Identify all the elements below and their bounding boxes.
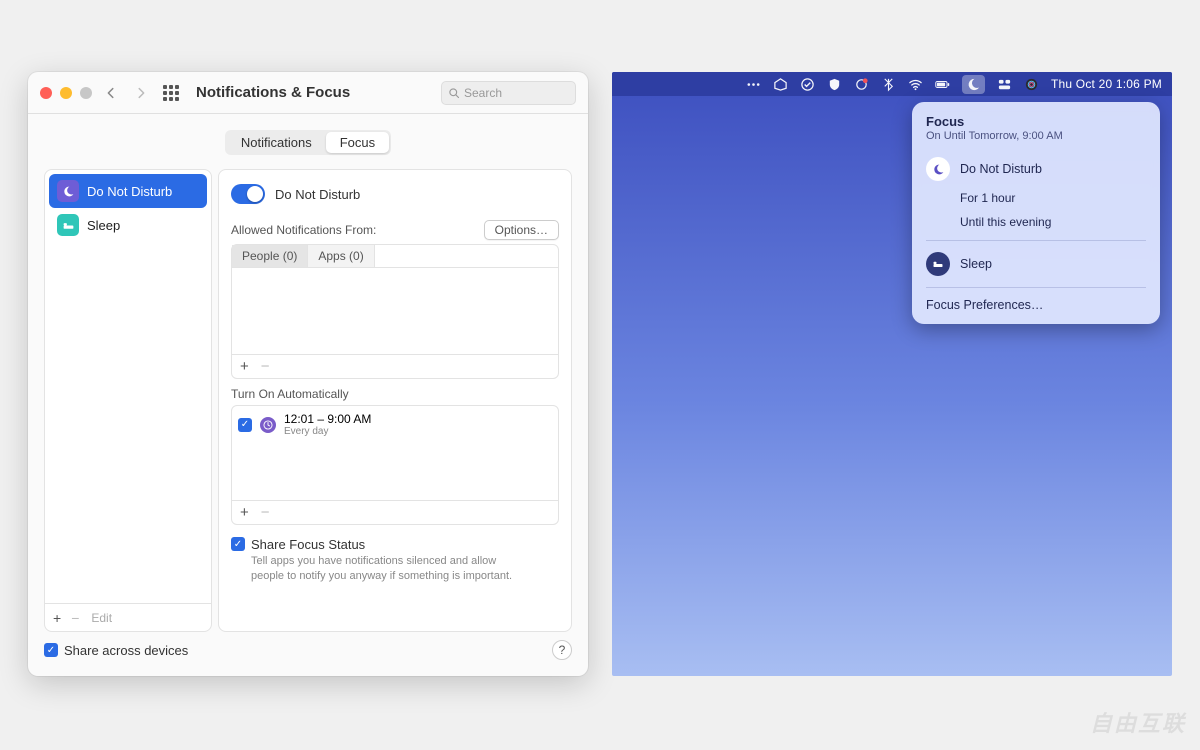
popover-option-2[interactable]: Until this evening (926, 210, 1146, 234)
control-center-icon[interactable] (997, 77, 1012, 92)
bed-icon (57, 214, 79, 236)
popover-sleep-label: Sleep (960, 257, 992, 271)
menubar: Thu Oct 20 1:06 PM (612, 72, 1172, 96)
allowed-remove-button[interactable]: − (261, 358, 270, 375)
allowed-tab-people[interactable]: People (0) (232, 245, 308, 267)
dnd-toggle-label: Do Not Disturb (275, 187, 360, 202)
desktop: Thu Oct 20 1:06 PM Focus On Until Tomorr… (612, 72, 1172, 676)
bottom-row: ✓ Share across devices ? (44, 632, 572, 660)
popover-title: Focus (926, 114, 1146, 129)
allowed-add-button[interactable]: + (240, 358, 249, 375)
sidebar-item-sleep[interactable]: Sleep (49, 208, 207, 242)
sidebar-item-label: Do Not Disturb (87, 184, 172, 199)
dnd-switch-row: Do Not Disturb (231, 180, 559, 212)
titlebar: Notifications & Focus Search (28, 72, 588, 114)
help-button[interactable]: ? (552, 640, 572, 660)
battery-icon[interactable] (935, 77, 950, 92)
allowed-list-body (232, 268, 558, 354)
menubar-clock[interactable]: Thu Oct 20 1:06 PM (1051, 77, 1162, 91)
segmented-control: Notifications Focus (225, 130, 391, 155)
share-status-label: Share Focus Status (251, 537, 521, 552)
mail-icon[interactable] (773, 77, 788, 92)
popover-preferences-link[interactable]: Focus Preferences… (926, 294, 1146, 312)
vpn-icon[interactable] (854, 77, 869, 92)
more-icon[interactable] (746, 77, 761, 92)
window-controls (40, 87, 92, 99)
popover-option-1[interactable]: For 1 hour (926, 186, 1146, 210)
sidebar-item-do-not-disturb[interactable]: Do Not Disturb (49, 174, 207, 208)
allowed-tab-apps[interactable]: Apps (0) (308, 245, 374, 267)
edit-focus-button[interactable]: Edit (91, 611, 112, 625)
add-focus-button[interactable]: + (53, 610, 61, 626)
popover-dnd-label: Do Not Disturb (960, 162, 1042, 176)
focus-list: Do Not Disturb Sleep (45, 170, 211, 603)
tab-row: Notifications Focus (44, 130, 572, 155)
schedule-list: ✓ 12:01 – 9:00 AM Every day (231, 405, 559, 525)
search-placeholder: Search (464, 86, 502, 100)
share-devices-checkbox[interactable]: ✓ (44, 643, 58, 657)
tab-notifications[interactable]: Notifications (227, 132, 326, 153)
preferences-body: Notifications Focus Do Not Disturb (28, 114, 588, 676)
forward-button[interactable] (130, 82, 152, 104)
shield-icon[interactable] (827, 77, 842, 92)
share-status-row: ✓ Share Focus Status Tell apps you have … (231, 535, 559, 584)
focus-menubar-icon[interactable] (962, 75, 985, 94)
share-devices-label: Share across devices (64, 643, 188, 658)
schedule-text: 12:01 – 9:00 AM Every day (284, 412, 371, 437)
clock-icon (260, 417, 276, 433)
zoom-window-button[interactable] (80, 87, 92, 99)
sidebar-item-label: Sleep (87, 218, 120, 233)
schedule-repeat: Every day (284, 426, 371, 437)
schedule-footer: + − (232, 500, 558, 524)
bed-icon (926, 252, 950, 276)
content-row: Do Not Disturb Sleep + − Edit (44, 169, 572, 632)
share-status-description: Tell apps you have notifications silence… (251, 554, 521, 584)
separator (926, 287, 1146, 288)
schedule-checkbox[interactable]: ✓ (238, 418, 252, 432)
allowed-list: People (0) Apps (0) + − (231, 244, 559, 379)
allowed-label: Allowed Notifications From: (231, 223, 376, 237)
tab-focus[interactable]: Focus (326, 132, 389, 153)
popover-dnd-row[interactable]: Do Not Disturb (926, 152, 1146, 186)
bluetooth-icon[interactable] (881, 77, 896, 92)
search-icon (448, 87, 460, 99)
share-status-checkbox[interactable]: ✓ (231, 537, 245, 551)
focus-sidebar: Do Not Disturb Sleep + − Edit (44, 169, 212, 632)
separator (926, 240, 1146, 241)
sidebar-footer: + − Edit (45, 603, 211, 631)
schedule-add-button[interactable]: + (240, 504, 249, 521)
schedule-body: ✓ 12:01 – 9:00 AM Every day (232, 406, 558, 500)
check-icon[interactable] (800, 77, 815, 92)
schedule-remove-button[interactable]: − (261, 504, 270, 521)
focus-popover: Focus On Until Tomorrow, 9:00 AM Do Not … (912, 102, 1160, 324)
schedule-time: 12:01 – 9:00 AM (284, 412, 371, 426)
show-all-button[interactable] (160, 82, 182, 104)
close-window-button[interactable] (40, 87, 52, 99)
popover-sleep-row[interactable]: Sleep (926, 247, 1146, 281)
wifi-icon[interactable] (908, 77, 923, 92)
popover-subtitle: On Until Tomorrow, 9:00 AM (926, 130, 1146, 142)
detail-pane: Do Not Disturb Allowed Notifications Fro… (218, 169, 572, 632)
moon-icon (926, 157, 950, 181)
search-input[interactable]: Search (441, 81, 576, 105)
siri-icon[interactable] (1024, 77, 1039, 92)
allowed-tabs: People (0) Apps (0) (232, 245, 558, 268)
moon-icon (57, 180, 79, 202)
schedule-row[interactable]: ✓ 12:01 – 9:00 AM Every day (238, 412, 552, 437)
remove-focus-button[interactable]: − (71, 610, 79, 626)
allowed-label-row: Allowed Notifications From: Options… (231, 212, 559, 244)
minimize-window-button[interactable] (60, 87, 72, 99)
preferences-window: Notifications & Focus Search Notificatio… (28, 72, 588, 676)
back-button[interactable] (100, 82, 122, 104)
dnd-toggle[interactable] (231, 184, 265, 204)
watermark: 自由互联 (1090, 706, 1186, 738)
allowed-list-footer: + − (232, 354, 558, 378)
options-button[interactable]: Options… (484, 220, 559, 240)
window-title: Notifications & Focus (196, 84, 350, 101)
auto-label: Turn On Automatically (231, 379, 559, 405)
detail-group-main: Do Not Disturb Allowed Notifications Fro… (218, 169, 572, 632)
